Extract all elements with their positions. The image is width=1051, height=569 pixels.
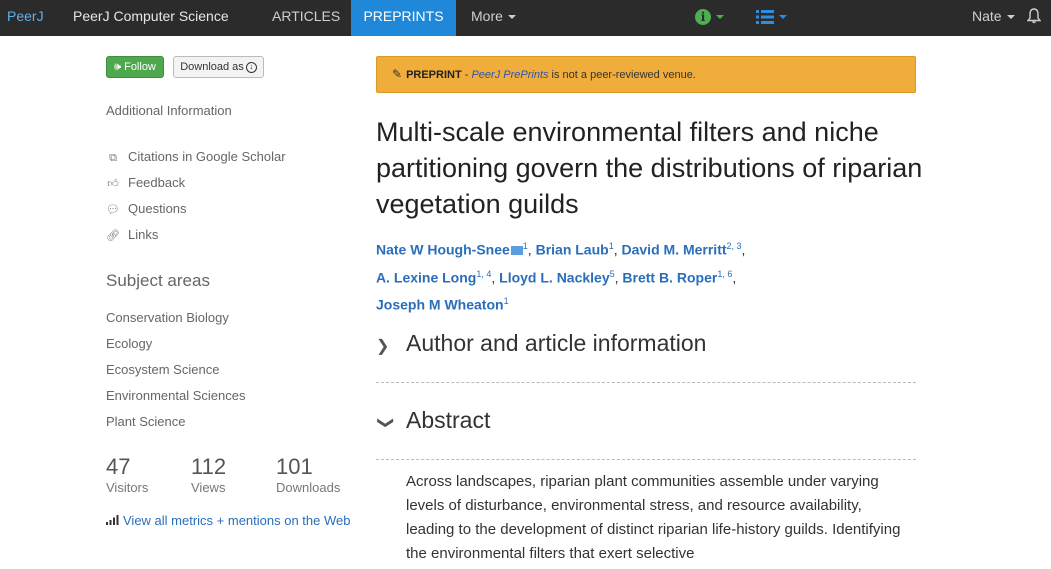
author-link[interactable]: Lloyd L. Nackley xyxy=(499,269,609,285)
views-label: Views xyxy=(191,480,226,495)
download-as-button[interactable]: Download as ↓ xyxy=(173,56,264,78)
preprint-label: PREPRINT xyxy=(406,69,462,81)
views-count: 112 xyxy=(191,454,227,479)
banner-text: is not a peer-reviewed venue. xyxy=(548,69,696,81)
divider xyxy=(376,459,916,460)
questions-label: Questions xyxy=(128,201,187,216)
list-icon xyxy=(756,10,774,25)
affiliation-sup[interactable]: 1 xyxy=(504,296,509,306)
thumbs-up-icon: 👍︎ xyxy=(107,178,119,190)
abstract-toggle[interactable]: ❯ Abstract xyxy=(376,407,490,434)
author-link[interactable]: A. Lexine Long xyxy=(376,269,476,285)
nav-articles[interactable]: ARTICLES xyxy=(272,0,340,36)
links-link[interactable]: 🔗︎ Links xyxy=(106,227,158,242)
affiliation-sup[interactable]: 1 xyxy=(609,241,614,251)
nav-more-label: More xyxy=(471,8,503,24)
downloads-label: Downloads xyxy=(276,480,341,495)
banner-separator: - xyxy=(461,69,472,81)
peerj-preprints-link[interactable]: PeerJ PrePrints xyxy=(471,69,548,81)
affiliation-sup[interactable]: 1 xyxy=(523,241,528,251)
subject-link[interactable]: Ecology xyxy=(106,336,152,351)
bell-icon xyxy=(1026,8,1042,24)
chevron-right-icon: ❯ xyxy=(376,338,390,355)
comments-icon: 💬︎ xyxy=(106,204,120,216)
citations-link[interactable]: ⧉ Citations in Google Scholar xyxy=(106,149,286,165)
user-menu[interactable]: Nate xyxy=(972,0,1015,36)
abstract-heading: Abstract xyxy=(406,407,491,433)
copy-icon: ⧉ xyxy=(109,152,117,164)
questions-link[interactable]: 💬︎ Questions xyxy=(106,201,187,216)
abstract-text: Across landscapes, riparian plant commun… xyxy=(406,473,901,562)
feedback-label: Feedback xyxy=(128,175,186,190)
link-icon: 🔗︎ xyxy=(106,230,120,242)
envelope-icon[interactable] xyxy=(510,246,523,256)
download-label: Download as xyxy=(180,61,244,73)
author-list: Nate W Hough-Snee 1, Brian Laub1, David M… xyxy=(376,241,746,313)
citations-label: Citations in Google Scholar xyxy=(128,149,286,164)
pencil-icon: ✎ xyxy=(392,67,403,81)
follow-button[interactable]: 🕪︎ Follow xyxy=(106,56,164,78)
affiliation-sup[interactable]: 1, 6 xyxy=(717,269,732,279)
preprint-banner: ✎ PREPRINT - PeerJ PrePrints is not a pee… xyxy=(376,56,916,93)
subject-link[interactable]: Plant Science xyxy=(106,414,186,429)
author-link[interactable]: Joseph M Wheaton xyxy=(376,297,504,313)
bullhorn-icon: 🕪︎ xyxy=(114,61,122,73)
author-link[interactable]: Brian Laub xyxy=(536,242,609,258)
affiliation-sup[interactable]: 1, 4 xyxy=(476,269,491,279)
article-title: Multi-scale environmental filters and ni… xyxy=(376,117,923,219)
subject-link[interactable]: Ecosystem Science xyxy=(106,362,219,377)
subject-areas-heading: Subject areas xyxy=(106,271,210,290)
caret-down-icon xyxy=(1006,15,1015,20)
notifications-button[interactable] xyxy=(1026,8,1042,28)
author-link[interactable]: Nate W Hough-Snee xyxy=(376,242,510,258)
metrics-label: View all metrics + mentions on the Web xyxy=(123,513,351,528)
author-info-toggle[interactable]: ❯ Author and article information xyxy=(376,330,706,357)
affiliation-sup[interactable]: 5 xyxy=(610,269,615,279)
author-link[interactable]: Brett B. Roper xyxy=(622,269,717,285)
author-link[interactable]: David M. Merritt xyxy=(622,242,727,258)
divider xyxy=(376,382,916,383)
nav-preprints[interactable]: PREPRINTS xyxy=(351,0,456,36)
user-name: Nate xyxy=(972,8,1002,24)
author-info-heading: Author and article information xyxy=(406,330,707,356)
download-icon: ↓ xyxy=(245,61,257,73)
top-navbar: PeerJ PeerJ Computer Science ARTICLES PR… xyxy=(0,0,1051,36)
feedback-link[interactable]: 👍︎ Feedback xyxy=(106,175,185,190)
downloads-count: 101 xyxy=(276,454,313,479)
visitors-count: 47 xyxy=(106,454,131,479)
caret-down-icon xyxy=(716,15,724,20)
additional-information-link[interactable]: Additional Information xyxy=(106,103,232,118)
subject-link[interactable]: Environmental Sciences xyxy=(106,388,245,403)
caret-down-icon xyxy=(507,15,516,20)
links-label: Links xyxy=(128,227,159,242)
caret-down-icon xyxy=(779,15,787,20)
journal-name-link[interactable]: PeerJ Computer Science xyxy=(73,0,229,36)
affiliation-sup[interactable]: 2, 3 xyxy=(727,241,742,251)
nav-more-dropdown[interactable]: More xyxy=(471,0,516,36)
list-dropdown[interactable] xyxy=(756,0,787,36)
chevron-down-icon: ❯ xyxy=(377,416,394,430)
subject-link[interactable]: Conservation Biology xyxy=(106,310,229,325)
info-dropdown[interactable]: i xyxy=(695,0,724,36)
view-all-metrics-link[interactable]: View all metrics + mentions on the Web xyxy=(106,513,351,528)
peerj-logo-link[interactable]: PeerJ xyxy=(7,0,44,36)
visitors-label: Visitors xyxy=(106,480,149,495)
info-icon: i xyxy=(695,9,711,26)
bar-chart-icon xyxy=(106,515,119,525)
follow-label: Follow xyxy=(124,61,156,73)
